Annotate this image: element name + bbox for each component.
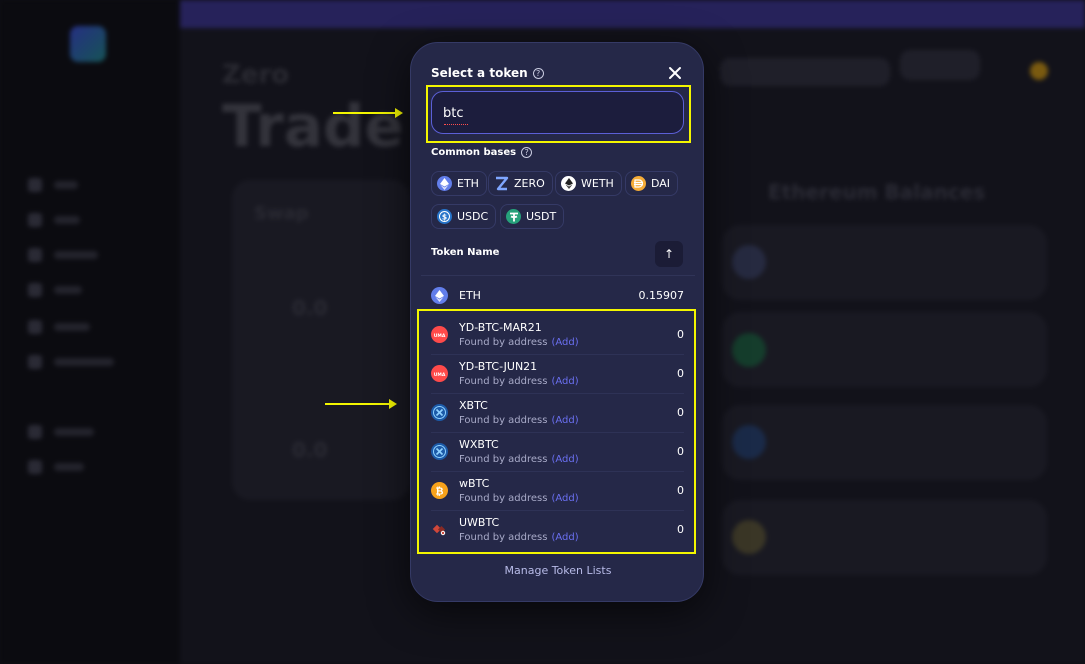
- page-title: Trade: [222, 92, 404, 160]
- question-icon[interactable]: ?: [532, 67, 544, 79]
- base-chip-weth[interactable]: WETH: [555, 171, 622, 196]
- modal-title-text: Select a token: [431, 66, 528, 80]
- sidebar-item: [28, 283, 82, 297]
- swap-card-title: Swap: [254, 203, 309, 224]
- annotation-arrow-search: [333, 108, 403, 118]
- balance-card: [722, 500, 1047, 575]
- results-highlight-box: [417, 309, 696, 554]
- token-logo: [732, 520, 766, 554]
- zero-icon: [494, 176, 509, 191]
- annotation-arrow-results: [325, 399, 397, 409]
- sidebar-item: [28, 178, 78, 192]
- wallet-button: [900, 50, 980, 80]
- balance-card: [722, 312, 1047, 387]
- balance-card: [722, 225, 1047, 300]
- token-logo: [732, 425, 766, 459]
- eth-icon: [437, 176, 452, 191]
- eth-icon: [431, 287, 448, 304]
- question-icon[interactable]: ?: [521, 147, 533, 158]
- search-input[interactable]: [443, 103, 663, 123]
- base-chip-eth[interactable]: ETH: [431, 171, 487, 196]
- balances-heading: Ethereum Balances: [768, 180, 986, 204]
- usdt-icon: [506, 209, 521, 224]
- app-logo: [70, 26, 106, 62]
- sidebar-item: [28, 320, 90, 334]
- base-chip-label: USDT: [526, 210, 557, 223]
- common-bases-label: Common bases ?: [431, 147, 533, 158]
- base-chip-label: USDC: [457, 210, 489, 223]
- token-name-header: Token Name: [431, 247, 499, 258]
- avatar: [1030, 62, 1048, 80]
- select-token-modal: Select a token ? Common bases ? ETH ZERO…: [410, 42, 704, 602]
- sidebar-item: [28, 213, 80, 227]
- top-banner: [180, 0, 1085, 28]
- svg-text:$: $: [442, 212, 447, 221]
- network-selector: [720, 58, 890, 86]
- close-icon: [669, 67, 681, 79]
- sidebar: [0, 0, 180, 664]
- spellcheck-underline: [444, 124, 468, 125]
- swap-amount-from: 0.0: [292, 296, 328, 320]
- token-logo: [732, 245, 766, 279]
- base-chip-label: ETH: [457, 177, 479, 190]
- common-bases-label-text: Common bases: [431, 147, 517, 158]
- modal-title: Select a token ?: [431, 66, 544, 80]
- base-chip-usdt[interactable]: USDT: [500, 204, 565, 229]
- token-logo: [732, 333, 766, 367]
- sidebar-item: [28, 460, 84, 474]
- search-field[interactable]: [431, 91, 684, 134]
- sidebar-item: [28, 425, 94, 439]
- swap-amount-to: 0.0: [292, 438, 328, 462]
- base-chip-dai[interactable]: DAI: [625, 171, 679, 196]
- close-button[interactable]: [667, 65, 683, 81]
- base-chip-label: ZERO: [514, 177, 545, 190]
- dai-icon: [631, 176, 646, 191]
- weth-icon: [561, 176, 576, 191]
- arrow-up-icon: ↑: [663, 247, 675, 261]
- base-chip-usdc[interactable]: $ USDC: [431, 204, 497, 229]
- token-symbol: ETH: [459, 289, 481, 302]
- sidebar-item: [28, 248, 98, 262]
- token-name-header-text: Token Name: [431, 247, 500, 258]
- base-chip-label: DAI: [651, 177, 671, 190]
- sort-button[interactable]: ↑: [655, 241, 683, 267]
- usdc-icon: $: [437, 209, 452, 224]
- app-subtitle: Zero: [222, 60, 290, 90]
- balance-card: [722, 405, 1047, 480]
- base-chip-zero[interactable]: ZERO: [488, 171, 553, 196]
- manage-token-lists-link[interactable]: Manage Token Lists: [411, 564, 705, 577]
- sidebar-item: [28, 355, 114, 369]
- token-balance: 0.15907: [638, 289, 685, 302]
- base-chip-label: WETH: [581, 177, 614, 190]
